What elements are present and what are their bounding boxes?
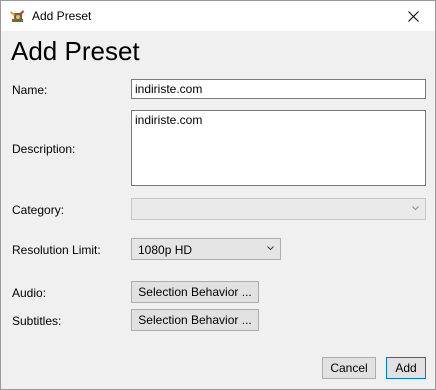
close-button[interactable] bbox=[391, 1, 435, 31]
subtitles-selection-behavior-button[interactable]: Selection Behavior ... bbox=[131, 309, 259, 331]
subtitles-label: Subtitles: bbox=[12, 314, 62, 328]
description-label: Description: bbox=[12, 142, 76, 156]
dialog-content: Add Preset Name: indiriste.com Descripti… bbox=[1, 31, 435, 389]
cancel-button[interactable]: Cancel bbox=[322, 357, 376, 379]
resolution-limit-select[interactable]: 1080p HD bbox=[131, 238, 281, 260]
name-label: Name: bbox=[12, 83, 48, 97]
category-label: Category: bbox=[12, 203, 65, 217]
resolution-limit-value: 1080p HD bbox=[138, 243, 193, 257]
add-button[interactable]: Add bbox=[386, 357, 426, 379]
handbrake-app-icon bbox=[10, 10, 24, 22]
description-input[interactable]: indiriste.com bbox=[131, 110, 426, 186]
close-icon bbox=[407, 10, 419, 22]
resolution-limit-label: Resolution Limit: bbox=[12, 243, 101, 257]
title-bar: Add Preset bbox=[1, 1, 435, 31]
name-input[interactable]: indiriste.com bbox=[131, 79, 426, 99]
audio-selection-behavior-button[interactable]: Selection Behavior ... bbox=[131, 281, 259, 303]
audio-label: Audio: bbox=[12, 286, 47, 300]
chevron-down-icon bbox=[267, 246, 274, 251]
page-title: Add Preset bbox=[11, 36, 140, 66]
chevron-down-icon bbox=[412, 206, 419, 211]
category-select[interactable] bbox=[131, 198, 426, 220]
add-preset-dialog: Add Preset Add Preset Name: indiriste.co… bbox=[0, 0, 436, 390]
window-title: Add Preset bbox=[32, 9, 92, 23]
